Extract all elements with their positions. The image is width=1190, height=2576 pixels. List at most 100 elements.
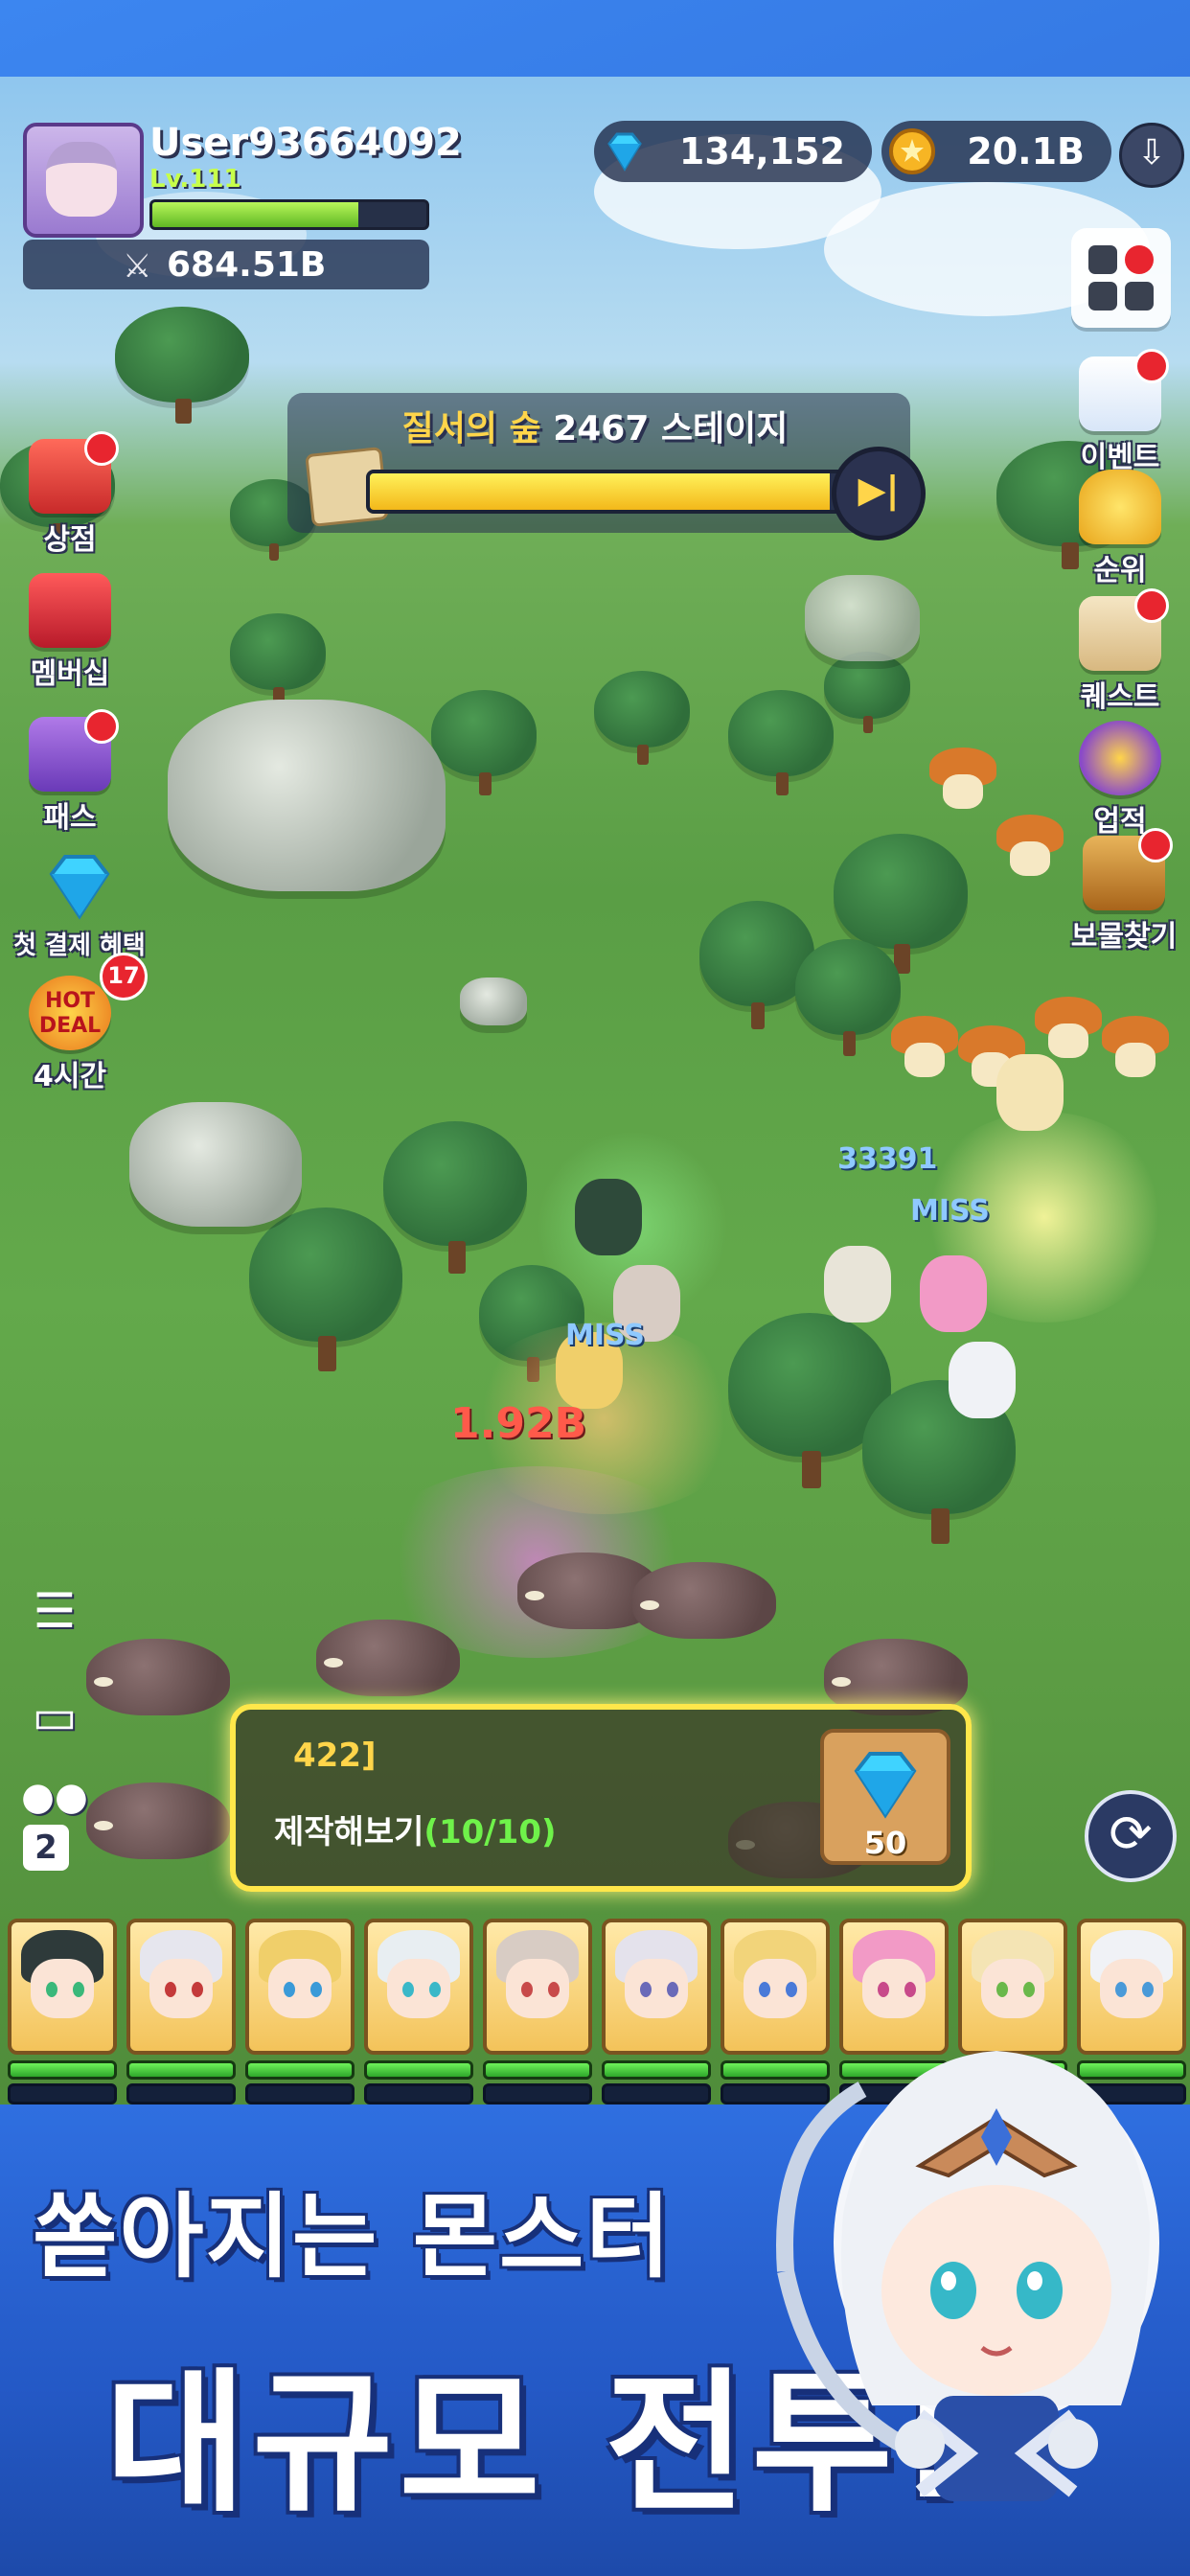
hero-slot[interactable] xyxy=(364,1919,473,2104)
menu-pass[interactable]: 패스 xyxy=(8,709,132,836)
hero-skill-bar xyxy=(245,2083,355,2104)
stage-progress-fill xyxy=(370,473,830,510)
hero-skill-bar xyxy=(483,2083,592,2104)
username: User93664092 xyxy=(149,121,462,165)
hot-deal-count-badge: 17 xyxy=(100,953,148,1000)
menu-achievement[interactable]: 업적 xyxy=(1058,721,1182,840)
hero-slot[interactable] xyxy=(483,1919,592,2104)
menu-quest-label: 퀘스트 xyxy=(1080,680,1160,714)
menu-membership[interactable]: 멤버십 xyxy=(8,573,132,692)
notification-dot xyxy=(84,431,119,466)
hero-eye xyxy=(640,1982,652,1997)
menu-quest[interactable]: 퀘스트 xyxy=(1058,588,1182,715)
grid-cell xyxy=(1088,245,1117,274)
field-hero xyxy=(824,1246,891,1322)
menu-shop[interactable]: 상점 xyxy=(8,431,132,558)
hero-face xyxy=(149,1959,213,2018)
gem-counter[interactable]: 134,152 xyxy=(594,121,872,182)
menu-treasure-hunt-label: 보물찾기 xyxy=(1070,920,1178,954)
hero-eye xyxy=(521,1982,533,1997)
hero-eye xyxy=(1115,1982,1127,1997)
miss-text: MISS xyxy=(910,1194,990,1228)
grid-cell xyxy=(1088,282,1117,310)
hero-slot[interactable] xyxy=(126,1919,236,2104)
hero-eye xyxy=(786,1982,797,1997)
hero-eye xyxy=(429,1982,441,1997)
mushroom-monster xyxy=(1102,1016,1169,1079)
quest-banner[interactable]: 422] 제작해보기(10/10) 50 xyxy=(230,1704,972,1892)
boar-monster xyxy=(86,1773,230,1864)
tree xyxy=(115,307,249,424)
stone-arch xyxy=(805,575,920,661)
hero-portrait xyxy=(483,1919,592,2055)
chest-icon[interactable]: ▭ xyxy=(21,1689,88,1750)
menu-hot-deal-timer: 4시간 xyxy=(33,1060,107,1093)
hero-eye xyxy=(1142,1982,1154,1997)
avatar[interactable] xyxy=(23,123,144,238)
hero-eye xyxy=(73,1982,84,1997)
menu-first-purchase[interactable]: 첫 결제 혜택 xyxy=(8,849,151,961)
xp-bar-fill xyxy=(152,202,358,227)
hero-hp-bar xyxy=(126,2060,236,2080)
hero-portrait xyxy=(602,1919,711,2055)
hero-eye xyxy=(46,1982,57,1997)
quest-code: 422] xyxy=(293,1736,377,1775)
menu-ranking[interactable]: 순위 xyxy=(1058,470,1182,588)
field-hero xyxy=(920,1255,987,1332)
coin-counter[interactable]: 20.1B xyxy=(881,121,1111,182)
boar-monster xyxy=(86,1629,230,1720)
notification-dot xyxy=(1134,349,1169,383)
hero-eye xyxy=(192,1982,203,1997)
hero-skill-bar xyxy=(364,2083,473,2104)
skip-icon[interactable]: ▶| xyxy=(832,447,926,540)
hero-eye xyxy=(759,1982,770,1997)
rock xyxy=(460,978,527,1025)
grid-cell xyxy=(1125,282,1154,310)
hero-eye xyxy=(165,1982,176,1997)
hero-portrait xyxy=(8,1919,117,2055)
hero-slot[interactable] xyxy=(602,1919,711,2104)
speed-multiplier[interactable]: 2 xyxy=(23,1825,69,1871)
hero-portrait xyxy=(364,1919,473,2055)
list-icon[interactable]: ☰ xyxy=(21,1583,88,1644)
quest-description: 제작해보기(10/10) xyxy=(274,1806,557,1852)
hero-eye xyxy=(878,1982,889,1997)
grid-menu-icon[interactable] xyxy=(1071,228,1171,328)
treasure-chest-icon xyxy=(1083,828,1173,910)
tree xyxy=(249,1208,402,1371)
menu-shop-label: 상점 xyxy=(43,523,97,557)
gem-count: 134,152 xyxy=(678,130,845,172)
medal-icon xyxy=(1079,721,1161,795)
refresh-icon[interactable]: ⟳ xyxy=(1085,1790,1177,1882)
screenshot-frame: 1.92B 33391 MISS MISS User93664092 Lv.11… xyxy=(0,0,1190,2576)
combat-power-value: 684.51B xyxy=(167,245,327,285)
boar-monster xyxy=(632,1552,776,1644)
tree xyxy=(230,613,326,707)
hero-portrait xyxy=(126,1919,236,2055)
diamond-icon xyxy=(38,849,121,924)
promo-headline: 쏟아지는 몬스터 xyxy=(33,2183,673,2290)
menu-pass-label: 패스 xyxy=(43,801,97,835)
stage-number: 2467 스테이지 xyxy=(553,409,789,448)
damage-number: 1.92B xyxy=(450,1399,587,1448)
hero-eye xyxy=(667,1982,678,1997)
boar-monster xyxy=(316,1610,460,1701)
hero-face xyxy=(506,1959,569,2018)
menu-treasure-hunt[interactable]: 보물찾기 xyxy=(1052,828,1190,954)
quest-reward[interactable]: 50 xyxy=(820,1729,950,1865)
swords-icon: ⚔ xyxy=(123,247,152,286)
hero-eye xyxy=(284,1982,295,1997)
menu-event[interactable]: 이벤트 xyxy=(1058,349,1182,475)
field-hero xyxy=(996,1054,1064,1131)
hero-hp-bar xyxy=(245,2060,355,2080)
hero-hp-bar xyxy=(483,2060,592,2080)
mushroom-monster xyxy=(929,748,996,811)
hero-slot[interactable] xyxy=(8,1919,117,2104)
coin-count: 20.1B xyxy=(967,130,1085,172)
hero-slot[interactable] xyxy=(245,1919,355,2104)
xp-bar xyxy=(149,199,429,230)
arrow-down-icon[interactable]: ⇩ xyxy=(1119,123,1184,188)
stone-face-rock xyxy=(168,700,446,891)
hero-face xyxy=(31,1959,94,2018)
hero-eye xyxy=(402,1982,414,1997)
